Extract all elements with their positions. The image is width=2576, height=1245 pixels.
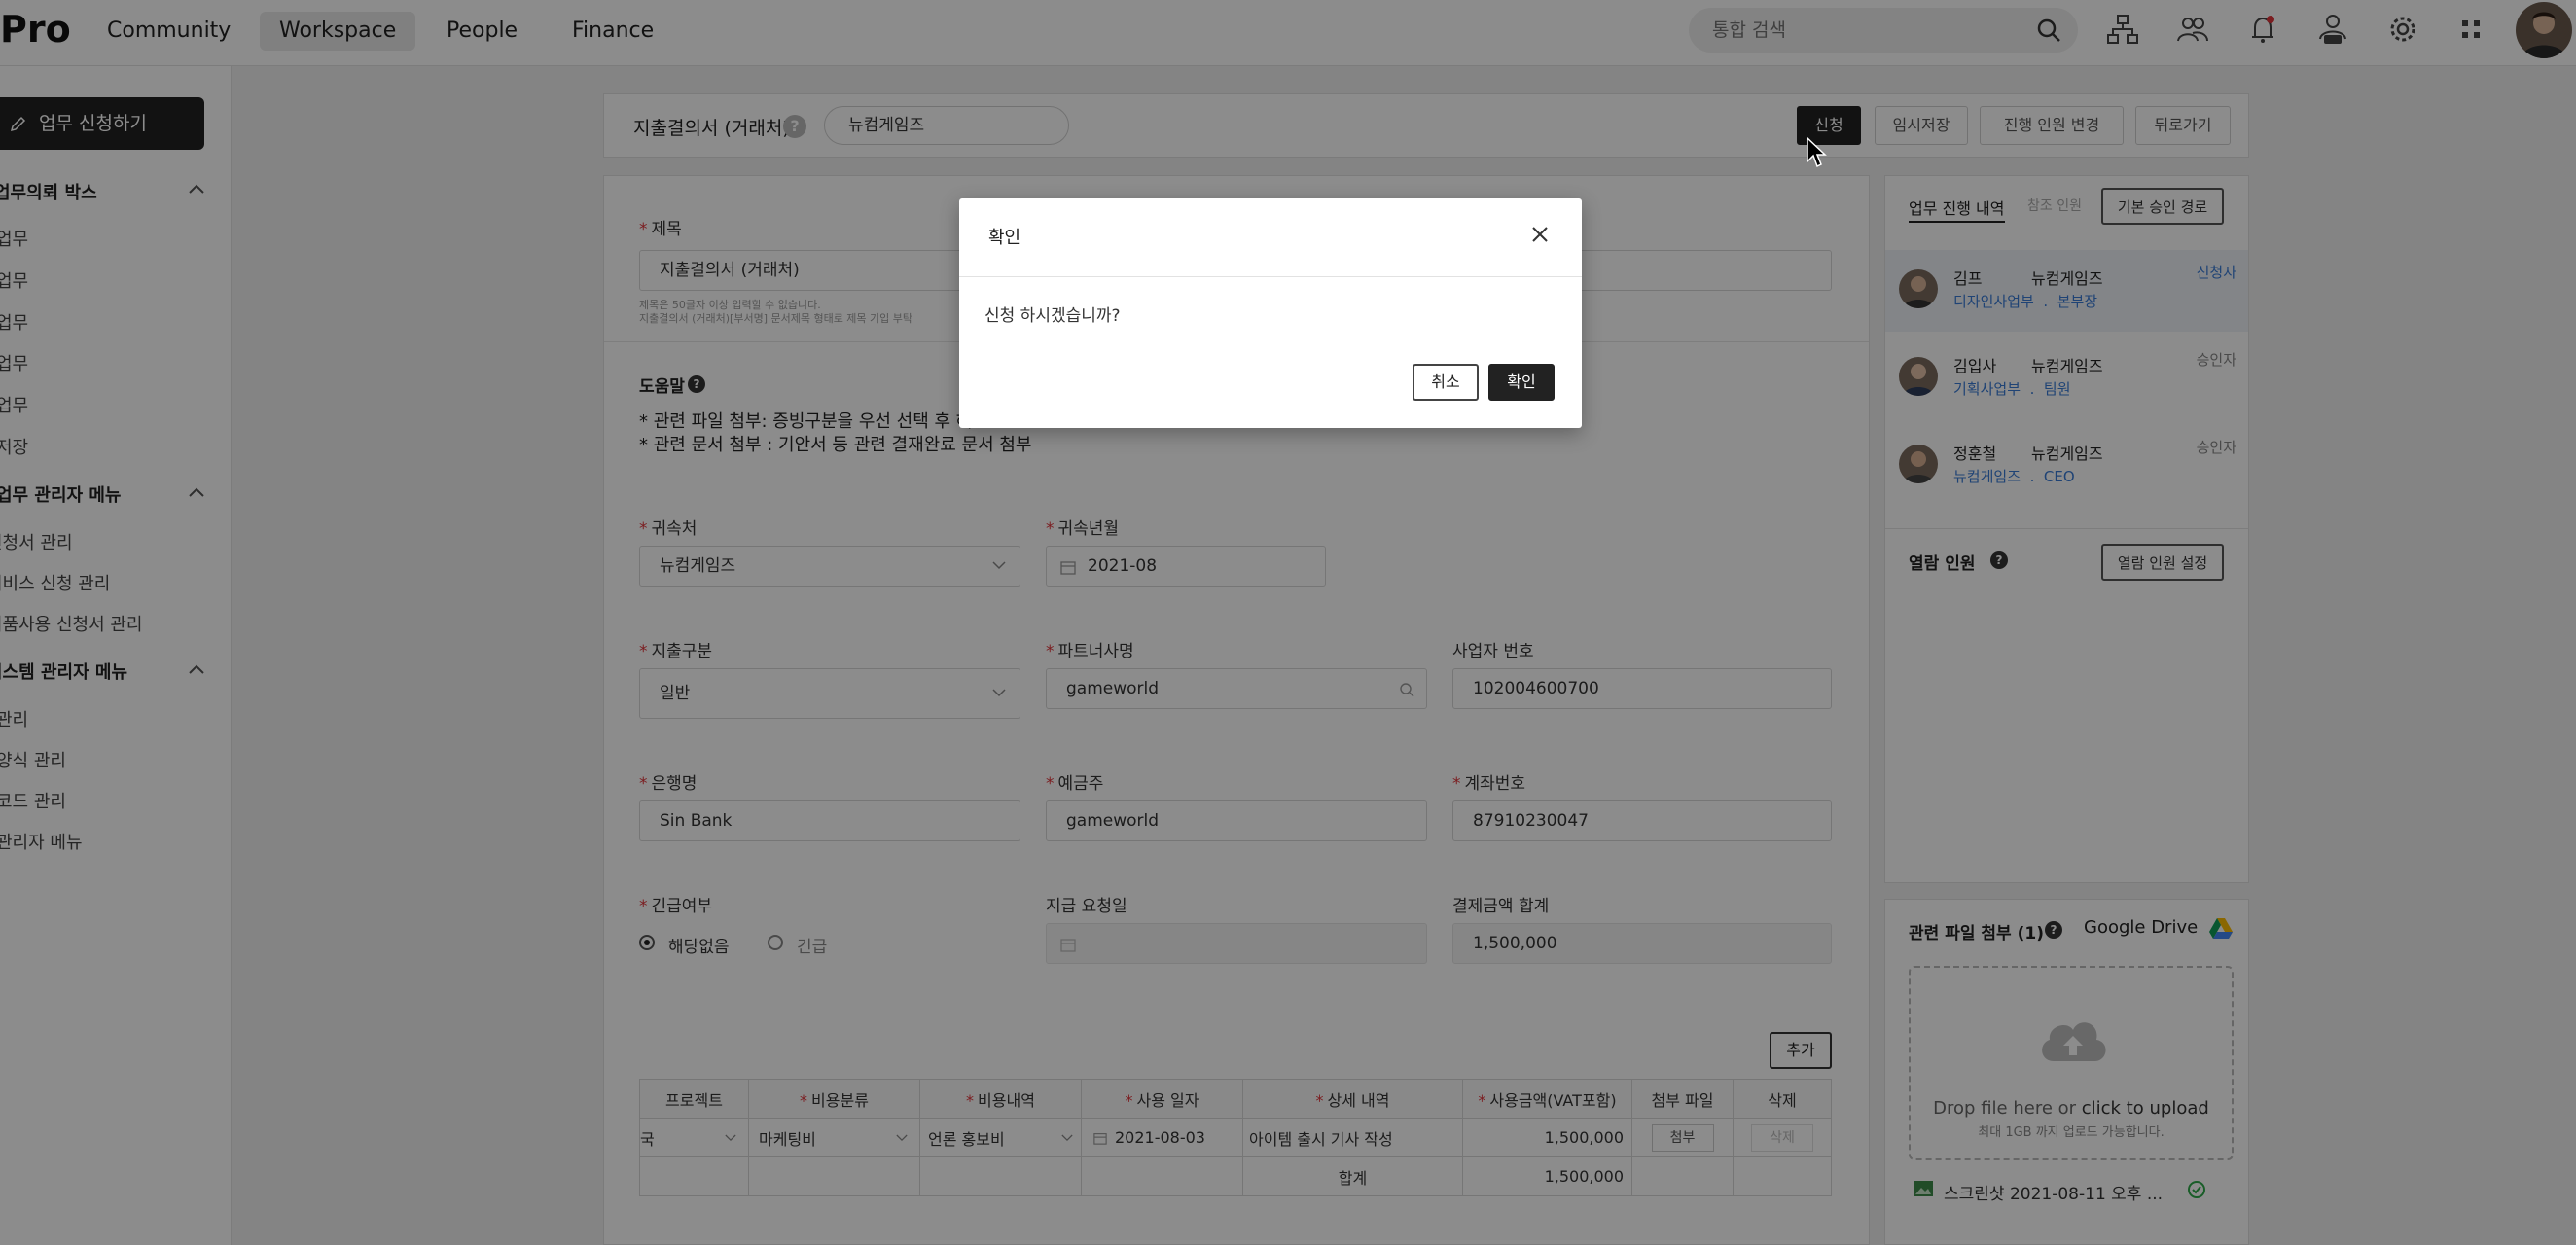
dialog-divider xyxy=(959,276,1582,277)
dialog-message: 신청 하시겠습니까? xyxy=(984,306,1121,326)
dialog-title: 확인 xyxy=(988,228,1021,248)
confirm-dialog: 확인 신청 하시겠습니까? 취소 확인 xyxy=(959,198,1582,428)
confirm-button[interactable]: 확인 xyxy=(1488,364,1555,401)
close-icon[interactable] xyxy=(1527,222,1553,247)
mouse-cursor-icon xyxy=(1807,136,1827,168)
cancel-button[interactable]: 취소 xyxy=(1413,364,1479,401)
modal-overlay[interactable] xyxy=(0,0,2576,1245)
